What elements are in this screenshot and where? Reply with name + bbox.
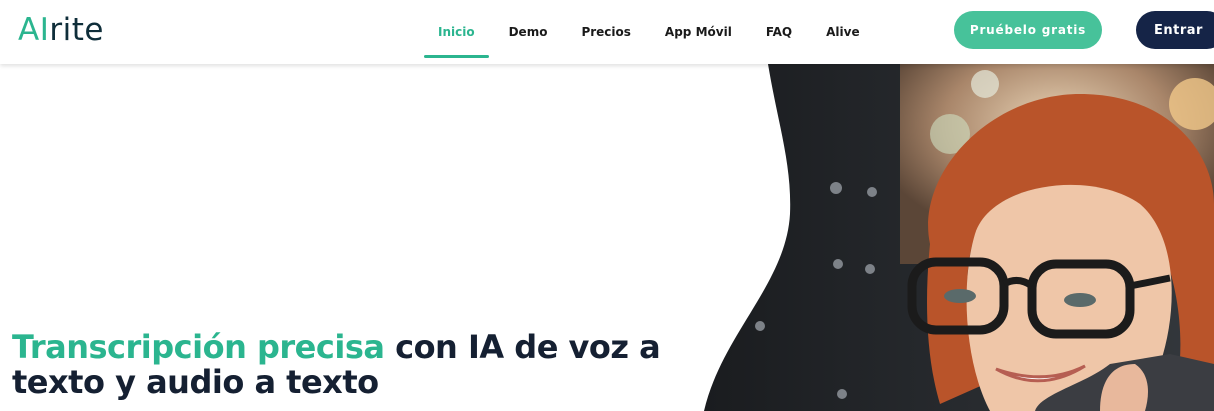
logo-prefix: AI — [18, 12, 50, 48]
nav-item-demo[interactable]: Demo — [509, 0, 548, 64]
top-navigation-bar: AIrite Inicio Demo Precios App Móvil FAQ… — [0, 0, 1214, 64]
logo-suffix: rite — [49, 12, 104, 48]
try-free-button[interactable]: Pruébelo gratis — [954, 11, 1102, 49]
hero-headline: Transcripción precisa con IA de voz a te… — [12, 328, 661, 401]
login-button[interactable]: Entrar — [1136, 11, 1214, 49]
nav-item-faq[interactable]: FAQ — [766, 0, 792, 64]
airite-logo[interactable]: AIrite — [18, 12, 104, 48]
headline-rest: con IA de voz a — [395, 328, 661, 366]
headline-line-2: texto y audio a texto — [12, 363, 379, 401]
nav-item-app-movil[interactable]: App Móvil — [665, 0, 732, 64]
main-nav: Inicio Demo Precios App Móvil FAQ Alive — [424, 0, 894, 64]
nav-item-inicio[interactable]: Inicio — [424, 0, 489, 64]
nav-item-precios[interactable]: Precios — [581, 0, 630, 64]
headline-accent: Transcripción precisa — [12, 328, 385, 366]
nav-item-alive[interactable]: Alive — [826, 0, 859, 64]
